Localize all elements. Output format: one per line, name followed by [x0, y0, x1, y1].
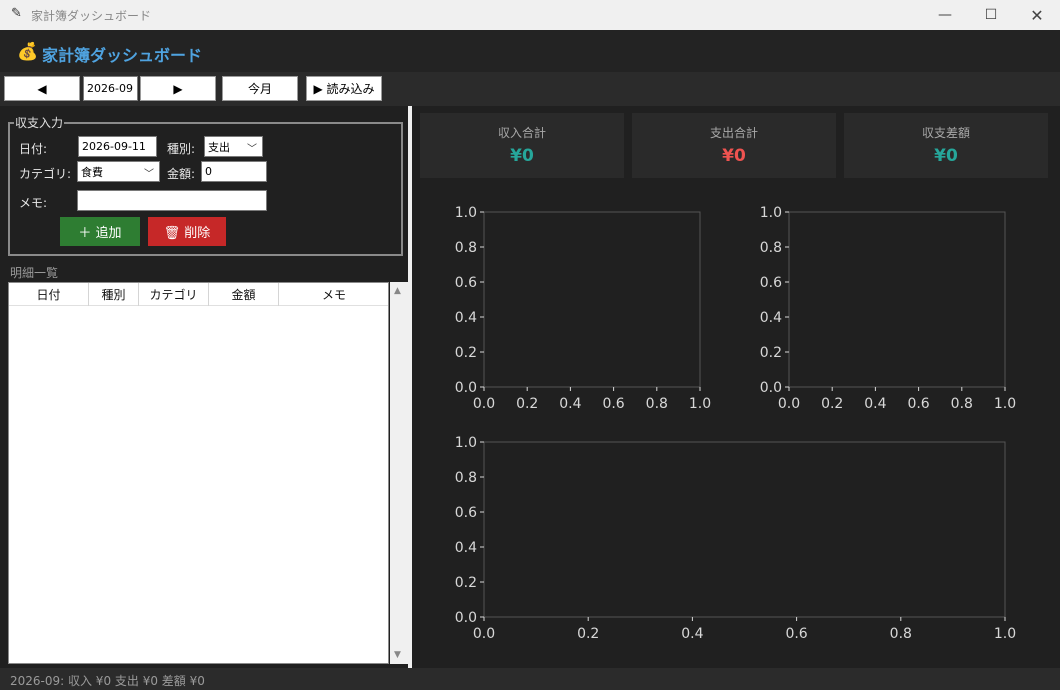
y-tick-label: 0.0 — [455, 610, 477, 626]
status-bar: 2026-09: 収入 ¥0 支出 ¥0 差額 ¥0 — [0, 668, 1060, 690]
y-tick-label: 0.2 — [455, 575, 477, 591]
x-tick-label: 0.8 — [890, 626, 912, 642]
app-window: ✎ 家計簿ダッシュボード — ☐ ✕ 💰 家計簿ダッシュボード ◀ 2026-0… — [0, 0, 1060, 690]
y-tick-label: 1.0 — [455, 205, 477, 221]
charts-area: 0.00.20.40.60.81.00.0 0.2 0.4 0.6 0.8 1.00.00… — [455, 205, 1016, 642]
x-tick-label: 0.2 — [821, 396, 843, 412]
x-tick-label: 0.2 — [577, 626, 599, 642]
y-tick-label: 1.0 — [760, 205, 782, 221]
y-tick-label: 0.8 — [455, 240, 477, 256]
chart-1: 0.0 0.2 0.4 0.6 0.8 1.0 0.0 0.2 0.4 0.6 0.8 1.0 — [455, 205, 711, 412]
y-tick-label: 0.6 — [760, 275, 782, 291]
y-tick-label: 0.4 — [760, 310, 782, 326]
chart-plot-area — [483, 441, 1006, 618]
y-tick-label: 0.2 — [455, 345, 477, 361]
x-tick-label: 0.0 — [778, 396, 800, 412]
x-tick-label: 0.2 — [516, 396, 538, 412]
y-tick-label: 0.2 — [760, 345, 782, 361]
chart-2: 0.0 0.2 0.4 0.6 0.8 1.0 0.0 0.2 0.4 0.6 0.8 1.0 — [760, 205, 1016, 412]
x-tick-label: 0.4 — [559, 396, 581, 412]
x-tick-label: 0.0 — [473, 396, 495, 412]
y-tick-label: 0.8 — [455, 470, 477, 486]
x-tick-label: 0.4 — [681, 626, 703, 642]
x-tick-label: 0.4 — [864, 396, 886, 412]
y-tick-label: 0.4 — [455, 310, 477, 326]
x-tick-label: 0.0 — [473, 626, 495, 642]
x-tick-label: 1.0 — [689, 396, 711, 412]
chart-3: 0.0 0.2 0.4 0.6 0.8 1.0 0.0 0.2 0.4 0.6 0.8 1.0 — [455, 435, 1016, 642]
y-tick-label: 0.6 — [455, 275, 477, 291]
x-tick-label: 0.6 — [785, 626, 807, 642]
x-tick-label: 0.6 — [602, 396, 624, 412]
y-tick-label: 0.6 — [455, 505, 477, 521]
y-tick-label: 0.8 — [760, 240, 782, 256]
y-tick-label: 1.0 — [455, 435, 477, 451]
y-tick-label: 0.4 — [455, 540, 477, 556]
y-tick-label: 0.0 — [760, 380, 782, 396]
chart-plot-area — [788, 211, 1006, 388]
x-tick-label: 0.6 — [907, 396, 929, 412]
status-text: 2026-09: 収入 ¥0 支出 ¥0 差額 ¥0 — [10, 674, 205, 688]
chart-plot-area — [483, 211, 701, 388]
x-tick-label: 0.8 — [951, 396, 973, 412]
x-tick-label: 1.0 — [994, 626, 1016, 642]
x-tick-label: 0.8 — [646, 396, 668, 412]
y-tick-label: 0.0 — [455, 380, 477, 396]
x-tick-label: 1.0 — [994, 396, 1016, 412]
